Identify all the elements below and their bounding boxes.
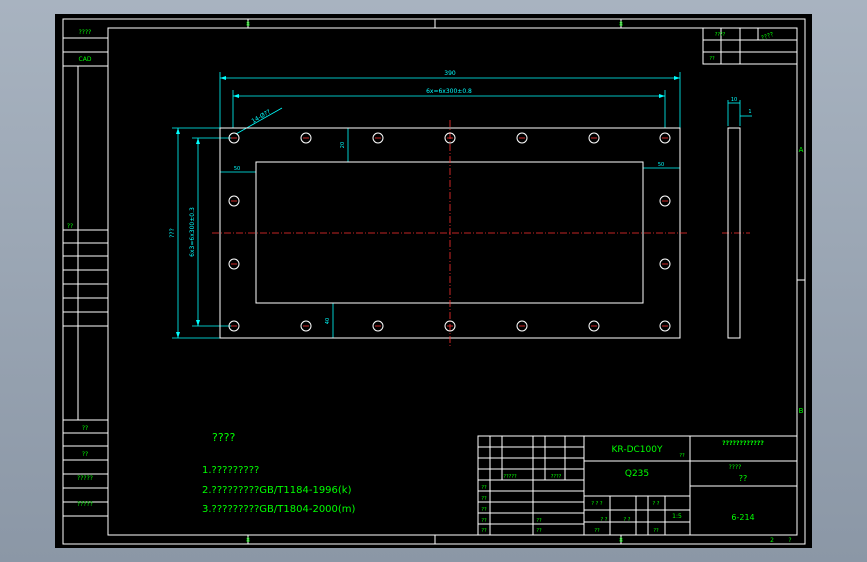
side-dim-width: 10 bbox=[731, 97, 737, 103]
title-cell: ? ? bbox=[624, 517, 631, 523]
left-strip-label: CAD bbox=[79, 56, 92, 63]
scale-value: 1:5 bbox=[672, 513, 682, 520]
dim-margin-left: 50 bbox=[234, 166, 240, 172]
title-row-label: ?? bbox=[594, 528, 600, 534]
dim-margin-bottom: 40 bbox=[325, 318, 331, 324]
title-row-label: ?? bbox=[536, 518, 542, 524]
right-marker: A bbox=[799, 146, 804, 154]
title-cell: ? ? ? bbox=[591, 501, 602, 507]
title-col-label: ?? bbox=[481, 496, 487, 502]
material: Q235 bbox=[625, 469, 649, 479]
drawing-code: KR-DC100Y bbox=[612, 445, 663, 455]
company-name: ???????????? bbox=[722, 440, 764, 447]
bottom-marker: 2 bbox=[770, 537, 774, 544]
left-strip-label: ???? bbox=[79, 29, 92, 36]
left-strip-label: ?? bbox=[82, 425, 88, 432]
title-cell: ? ? bbox=[601, 517, 608, 523]
sheet-number: 6-214 bbox=[731, 513, 754, 522]
bottom-marker: 8 bbox=[619, 537, 623, 544]
note-line: 3.?????????GB/T1804-2000(m) bbox=[202, 504, 356, 515]
title-col-label: ?? bbox=[481, 528, 487, 534]
top-marker: 8 bbox=[246, 21, 250, 28]
bottom-marker: ? bbox=[788, 537, 791, 544]
left-strip-label: ????? bbox=[77, 475, 93, 482]
dim-margin-right: 50 bbox=[658, 162, 664, 168]
part-name: ???? bbox=[729, 464, 742, 471]
company-short: ?? bbox=[679, 453, 685, 459]
bottom-marker: 8 bbox=[246, 537, 250, 544]
title-cell: ????? bbox=[503, 474, 517, 480]
title-col-label: ?? bbox=[481, 518, 487, 524]
left-strip-label: ????? bbox=[77, 501, 93, 508]
left-strip-label: ?? bbox=[67, 223, 73, 230]
left-strip-label: ?? bbox=[82, 451, 88, 458]
title-cell: ? ? bbox=[653, 501, 660, 507]
part-name-2: ?? bbox=[739, 474, 748, 483]
note-line: 2.?????????GB/T1184-1996(k) bbox=[202, 485, 352, 496]
top-marker: 8 bbox=[619, 21, 623, 28]
cad-drawing-canvas[interactable]: 8 8 8 8 2 ? A B ???? CAD ?? ?? ?? ????? … bbox=[0, 0, 867, 562]
notes-title: ???? bbox=[212, 431, 236, 444]
dim-margin-top: 20 bbox=[340, 142, 346, 148]
title-cell: ???? bbox=[551, 474, 562, 480]
side-dim-gap: 1 bbox=[748, 109, 751, 115]
dim-height: ??? bbox=[169, 228, 176, 238]
title-col-label: ?? bbox=[481, 485, 487, 491]
top-right-text: ???? bbox=[715, 32, 726, 38]
title-row-label: ?? bbox=[536, 528, 542, 534]
dim-overall-width: 390 bbox=[444, 70, 456, 77]
note-line: 1.????????? bbox=[202, 465, 259, 476]
dim-hole-vertical: 6x3=6x300±0.3 bbox=[189, 207, 196, 257]
top-right-text: ?? bbox=[709, 56, 715, 62]
dim-hole-pitch: 6x=6x300±0.8 bbox=[426, 88, 472, 95]
title-row-label: ?? bbox=[653, 528, 659, 534]
title-col-label: ?? bbox=[481, 507, 487, 513]
right-marker: B bbox=[799, 407, 804, 415]
